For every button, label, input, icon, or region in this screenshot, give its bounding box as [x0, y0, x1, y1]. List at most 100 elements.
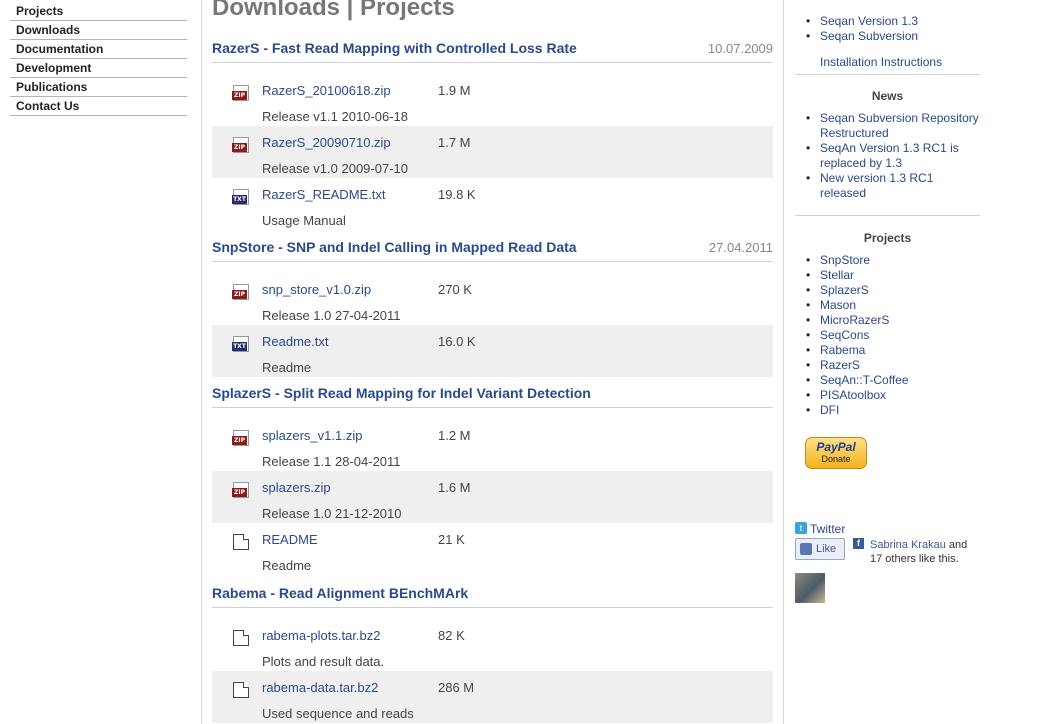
file-description: Release 1.0 27-04-2011 [262, 308, 401, 323]
section-header: SnpStore - SNP and Indel Calling in Mapp… [212, 239, 773, 262]
nav-downloads[interactable]: Downloads [10, 21, 187, 40]
section-header: SplazerS - Split Read Mapping for Indel … [212, 385, 773, 408]
nav-projects[interactable]: Projects [10, 2, 187, 21]
list-item: SeqAn::T-Coffee [795, 373, 980, 388]
file-size: 1.7 M [438, 135, 471, 150]
section-title: Rabema - Read Alignment BEnchMArk [212, 585, 469, 601]
facebook-like-button[interactable]: Like [795, 538, 845, 560]
nav-publications[interactable]: Publications [10, 78, 187, 97]
section-header: RazerS - Fast Read Mapping with Controll… [212, 40, 773, 63]
file-row: TXT RazerS_README.txt 19.8 K Usage Manua… [212, 178, 773, 230]
file-size: 270 K [438, 282, 472, 297]
file-link[interactable]: snp_store_v1.0.zip [262, 282, 371, 297]
project-link[interactable]: Mason [820, 298, 856, 312]
file-list: rabema-plots.tar.bz2 82 K Plots and resu… [212, 619, 773, 723]
zip-file-icon: ZIP [232, 482, 249, 498]
file-row: ZIP RazerS_20100618.zip 1.9 M Release v1… [212, 74, 773, 126]
file-link[interactable]: RazerS_20090710.zip [262, 135, 391, 150]
file-link[interactable]: rabema-plots.tar.bz2 [262, 628, 381, 643]
like-label: Like [816, 543, 837, 555]
sidebar-divider [795, 74, 980, 75]
twitter-icon: t [795, 522, 807, 534]
project-link[interactable]: PISAtoolbox [820, 388, 886, 402]
paypal-donate-button[interactable]: PayPal Donate [805, 437, 867, 469]
file-description: Release 1.0 21-12-2010 [262, 506, 402, 521]
nav-contact-us[interactable]: Contact Us [10, 97, 187, 116]
list-item: Seqan Version 1.3 [795, 14, 980, 29]
file-link[interactable]: splazers.zip [262, 480, 331, 495]
plain-file-icon [233, 534, 249, 550]
project-link[interactable]: SeqCons [820, 328, 869, 342]
twitter-link[interactable]: Twitter [810, 522, 845, 536]
file-size: 21 K [438, 532, 465, 547]
installation-instructions-link[interactable]: Installation Instructions [820, 55, 942, 69]
column-divider-right [783, 0, 784, 724]
txt-file-icon: TXT [232, 189, 249, 205]
zip-file-icon: ZIP [232, 85, 249, 101]
file-description: Plots and result data. [262, 654, 385, 669]
list-item: MicroRazerS [795, 313, 980, 328]
file-size: 1.9 M [438, 83, 471, 98]
file-description: Release v1.1 2010-06-18 [262, 109, 408, 124]
file-description: Release 1.1 28-04-2011 [262, 454, 401, 469]
nav-development[interactable]: Development [10, 59, 187, 78]
sidebar-downloads: Seqan Version 1.3 Seqan Subversion Insta… [795, 14, 980, 75]
news-link[interactable]: Seqan Subversion Repository Restructured [820, 111, 979, 140]
file-row: ZIP snp_store_v1.0.zip 270 K Release 1.0… [212, 273, 773, 325]
thumbs-up-icon [800, 543, 812, 555]
column-divider-left [201, 0, 202, 724]
list-item: PISAtoolbox [795, 388, 980, 403]
left-navigation: Projects Downloads Documentation Develop… [10, 2, 187, 116]
section-date: 10.07.2009 [707, 41, 773, 56]
project-link[interactable]: DFI [820, 403, 839, 417]
file-size: 1.6 M [438, 480, 471, 495]
file-link[interactable]: README [262, 532, 318, 547]
file-description: Release v1.0 2009-07-10 [262, 161, 408, 176]
project-link[interactable]: SplazerS [820, 283, 869, 297]
section-splazers: SplazerS - Split Read Mapping for Indel … [212, 385, 773, 575]
section-title: SnpStore - SNP and Indel Calling in Mapp… [212, 239, 577, 255]
list-item: Seqan Subversion Repository Restructured [795, 111, 980, 141]
file-link[interactable]: splazers_v1.1.zip [262, 428, 362, 443]
file-link[interactable]: RazerS_README.txt [262, 187, 386, 202]
facebook-likes-text: Sabrina Krakau and 17 others like this. [870, 538, 980, 566]
file-list: ZIP RazerS_20100618.zip 1.9 M Release v1… [212, 74, 773, 230]
project-link[interactable]: Rabema [820, 343, 865, 357]
avatar[interactable] [795, 573, 825, 603]
fb-user-link[interactable]: Sabrina Krakau [870, 539, 946, 551]
zip-file-icon: ZIP [232, 430, 249, 446]
list-item: SnpStore [795, 253, 980, 268]
project-link[interactable]: Stellar [820, 268, 854, 282]
sidebar-news: News Seqan Subversion Repository Restruc… [795, 89, 980, 216]
sidebar-link[interactable]: Seqan Subversion [820, 29, 918, 43]
news-link[interactable]: New version 1.3 RC1 released [820, 171, 933, 200]
list-item: Rabema [795, 343, 980, 358]
file-description: Readme [262, 360, 312, 375]
list-item: SeqCons [795, 328, 980, 343]
file-row: ZIP RazerS_20090710.zip 1.7 M Release v1… [212, 126, 773, 178]
news-link[interactable]: SeqAn Version 1.3 RC1 is replaced by 1.3 [820, 141, 959, 170]
section-razers: RazerS - Fast Read Mapping with Controll… [212, 40, 773, 230]
file-link[interactable]: RazerS_20100618.zip [262, 83, 391, 98]
project-link[interactable]: RazerS [820, 358, 860, 372]
paypal-logo-text: PayPal [816, 440, 856, 454]
file-description: Usage Manual [262, 213, 346, 228]
file-description: Used sequence and reads [262, 706, 414, 721]
list-item: SeqAn Version 1.3 RC1 is replaced by 1.3 [795, 141, 980, 171]
file-row: ZIP splazers.zip 1.6 M Release 1.0 21-12… [212, 471, 773, 523]
file-size: 82 K [438, 628, 465, 643]
list-item: Stellar [795, 268, 980, 283]
project-link[interactable]: SnpStore [820, 253, 870, 267]
sidebar-link[interactable]: Seqan Version 1.3 [820, 14, 918, 28]
project-link[interactable]: SeqAn::T-Coffee [820, 373, 909, 387]
file-link[interactable]: rabema-data.tar.bz2 [262, 680, 378, 695]
nav-documentation[interactable]: Documentation [10, 40, 187, 59]
section-header: Rabema - Read Alignment BEnchMArk [212, 585, 773, 608]
file-size: 16.0 K [438, 334, 476, 349]
section-title: SplazerS - Split Read Mapping for Indel … [212, 385, 591, 401]
project-link[interactable]: MicroRazerS [820, 313, 889, 327]
file-link[interactable]: Readme.txt [262, 334, 328, 349]
page-title: Downloads | Projects [212, 0, 455, 21]
sidebar-projects: Projects SnpStore Stellar SplazerS Mason… [795, 231, 980, 418]
file-list: ZIP snp_store_v1.0.zip 270 K Release 1.0… [212, 273, 773, 377]
